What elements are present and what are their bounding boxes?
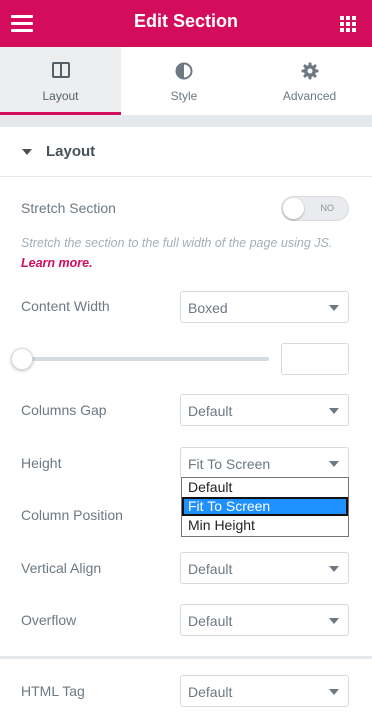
html-tag-select[interactable]: Default bbox=[180, 675, 349, 707]
column-position-label: Column Position bbox=[21, 507, 123, 523]
width-slider-handle[interactable] bbox=[11, 348, 33, 370]
width-slider-track[interactable] bbox=[21, 357, 269, 361]
html-tag-label: HTML Tag bbox=[21, 683, 85, 699]
learn-more-link[interactable]: Learn more. bbox=[21, 256, 93, 270]
vertical-align-value: Default bbox=[188, 561, 233, 577]
chevron-down-icon bbox=[329, 305, 339, 311]
content-width-select[interactable]: Boxed bbox=[180, 291, 349, 323]
chevron-down-icon bbox=[329, 461, 339, 467]
gear-icon bbox=[301, 62, 319, 83]
vertical-align-label: Vertical Align bbox=[21, 560, 102, 576]
width-number-input[interactable] bbox=[281, 343, 349, 375]
contrast-icon bbox=[175, 62, 193, 83]
height-dropdown-list: Default Fit To Screen Min Height bbox=[181, 477, 349, 537]
chevron-down-icon bbox=[329, 689, 339, 695]
height-option-min-height[interactable]: Min Height bbox=[182, 516, 348, 535]
stretch-section-toggle[interactable]: NO bbox=[281, 196, 349, 221]
editor-tabs: Layout Style Advanced bbox=[0, 47, 372, 115]
section-separator bbox=[0, 656, 372, 659]
panel-title: Edit Section bbox=[133, 11, 238, 31]
content-width-label: Content Width bbox=[21, 298, 110, 314]
overflow-label: Overflow bbox=[21, 612, 77, 628]
chevron-down-icon bbox=[329, 618, 339, 624]
toggle-state-text: NO bbox=[320, 203, 335, 213]
widgets-grid-icon[interactable] bbox=[340, 16, 356, 32]
columns-gap-label: Columns Gap bbox=[21, 402, 107, 418]
content-width-value: Boxed bbox=[188, 300, 228, 316]
height-value: Fit To Screen bbox=[188, 456, 271, 472]
stretch-section-label: Stretch Section bbox=[21, 200, 116, 216]
section-title: Layout bbox=[46, 143, 96, 160]
stretch-description-text: Stretch the section to the full width of… bbox=[21, 236, 333, 250]
caret-down-icon bbox=[22, 149, 32, 155]
height-label: Height bbox=[21, 455, 62, 471]
panel-header: Edit Section bbox=[0, 0, 372, 47]
overflow-value: Default bbox=[188, 613, 233, 629]
tab-style[interactable]: Style bbox=[121, 47, 247, 115]
tab-advanced-label: Advanced bbox=[282, 89, 337, 103]
columns-gap-value: Default bbox=[188, 403, 233, 419]
overflow-select[interactable]: Default bbox=[180, 604, 349, 636]
tabs-divider bbox=[0, 115, 372, 127]
tab-style-label: Style bbox=[170, 89, 198, 103]
columns-gap-select[interactable]: Default bbox=[180, 394, 349, 426]
columns-icon bbox=[51, 62, 70, 81]
tab-layout[interactable]: Layout bbox=[0, 47, 121, 115]
chevron-down-icon bbox=[329, 566, 339, 572]
html-tag-value: Default bbox=[188, 684, 233, 700]
vertical-align-select[interactable]: Default bbox=[180, 552, 349, 584]
height-option-fit-to-screen[interactable]: Fit To Screen bbox=[182, 497, 348, 516]
tab-layout-label: Layout bbox=[42, 89, 79, 103]
toggle-knob bbox=[283, 198, 304, 219]
chevron-down-icon bbox=[329, 408, 339, 414]
stretch-description: Stretch the section to the full width of… bbox=[21, 233, 351, 273]
layout-section-header[interactable]: Layout bbox=[0, 127, 372, 177]
height-select[interactable]: Fit To Screen bbox=[180, 447, 349, 479]
tab-advanced[interactable]: Advanced bbox=[247, 47, 372, 115]
height-option-default[interactable]: Default bbox=[182, 478, 348, 497]
